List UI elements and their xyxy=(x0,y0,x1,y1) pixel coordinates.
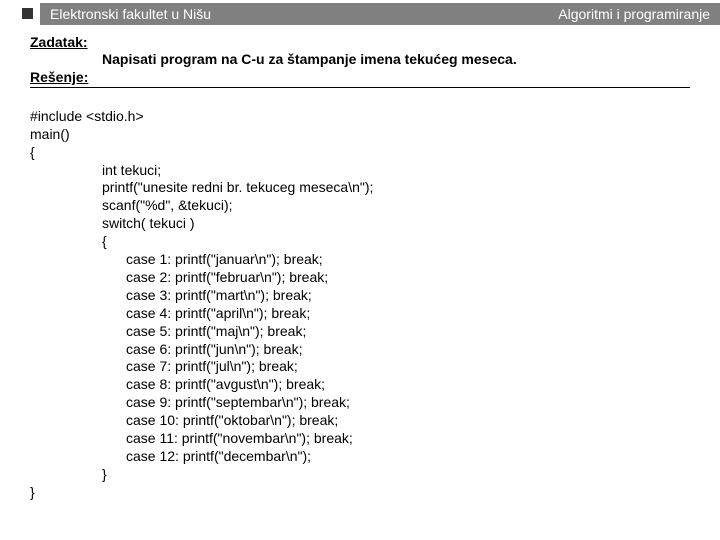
code-line: #include <stdio.h> xyxy=(30,108,144,124)
code-line: switch( tekuci ) xyxy=(30,215,700,233)
code-line: } xyxy=(30,484,35,500)
code-block: #include <stdio.h> main() { int tekuci;p… xyxy=(30,90,700,502)
code-line: } xyxy=(30,466,700,484)
code-line: case 12: printf("decembar\n"); xyxy=(30,448,700,466)
code-line: printf("unesite redni br. tekuceg meseca… xyxy=(30,179,700,197)
code-line: { xyxy=(30,233,700,251)
code-line: { xyxy=(30,144,35,160)
code-line: int tekuci; xyxy=(30,162,700,180)
code-line: case 8: printf("avgust\n"); break; xyxy=(30,376,700,394)
code-line: case 3: printf("mart\n"); break; xyxy=(30,287,700,305)
code-line: case 1: printf("januar\n"); break; xyxy=(30,251,700,269)
code-line: case 2: printf("februar\n"); break; xyxy=(30,269,700,287)
code-line: scanf("%d", &tekuci); xyxy=(30,197,700,215)
header-right: Algoritmi i programiranje xyxy=(558,6,710,22)
code-line: case 6: printf("jun\n"); break; xyxy=(30,341,700,359)
code-line: case 10: printf("oktobar\n"); break; xyxy=(30,412,700,430)
code-line: main() xyxy=(30,126,70,142)
header-bar: Elektronski fakultet u Nišu Algoritmi i … xyxy=(40,3,720,25)
bullet-icon xyxy=(22,8,33,19)
slide-header: Elektronski fakultet u Nišu Algoritmi i … xyxy=(0,0,720,28)
code-line: case 9: printf("septembar\n"); break; xyxy=(30,394,700,412)
code-line: case 11: printf("novembar\n"); break; xyxy=(30,430,700,448)
zadatak-label: Zadatak: xyxy=(30,34,700,50)
slide-content: Zadatak: Napisati program na C-u za štam… xyxy=(0,28,720,502)
header-left: Elektronski fakultet u Nišu xyxy=(50,6,211,22)
divider xyxy=(30,87,690,88)
task-text: Napisati program na C-u za štampanje ime… xyxy=(30,50,700,69)
slide: Elektronski fakultet u Nišu Algoritmi i … xyxy=(0,0,720,540)
code-line: case 7: printf("jul\n"); break; xyxy=(30,358,700,376)
code-line: case 5: printf("maj\n"); break; xyxy=(30,323,700,341)
resenje-label: Rešenje: xyxy=(30,69,700,85)
code-line: case 4: printf("april\n"); break; xyxy=(30,305,700,323)
